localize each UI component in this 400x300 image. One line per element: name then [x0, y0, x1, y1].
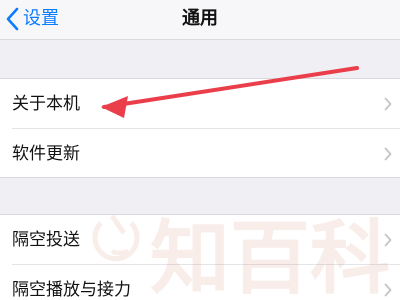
settings-row-label: 软件更新 — [12, 144, 80, 164]
chevron-right-icon — [384, 147, 392, 161]
back-button[interactable]: 设置 — [0, 0, 59, 38]
settings-row-airdrop[interactable]: 隔空投送 — [0, 215, 400, 265]
navigation-bar: 设置 通用 — [0, 0, 400, 40]
chevron-right-icon — [384, 233, 392, 247]
settings-row-software-update[interactable]: 软件更新 — [0, 129, 400, 177]
chevron-left-icon — [4, 7, 22, 31]
settings-row-label: 隔空投送 — [12, 230, 80, 250]
settings-group-about: 关于本机 软件更新 — [0, 78, 400, 178]
chevron-right-icon — [384, 97, 392, 111]
page-title: 通用 — [182, 8, 218, 29]
settings-row-label: 隔空播放与接力 — [12, 280, 131, 300]
chevron-right-icon — [384, 283, 392, 297]
settings-row-label: 关于本机 — [12, 94, 80, 114]
back-button-label: 设置 — [23, 8, 59, 29]
settings-row-about[interactable]: 关于本机 — [0, 79, 400, 129]
settings-group-airdrop: 隔空投送 隔空播放与接力 — [0, 214, 400, 300]
settings-row-airplay-handoff[interactable]: 隔空播放与接力 — [0, 265, 400, 300]
